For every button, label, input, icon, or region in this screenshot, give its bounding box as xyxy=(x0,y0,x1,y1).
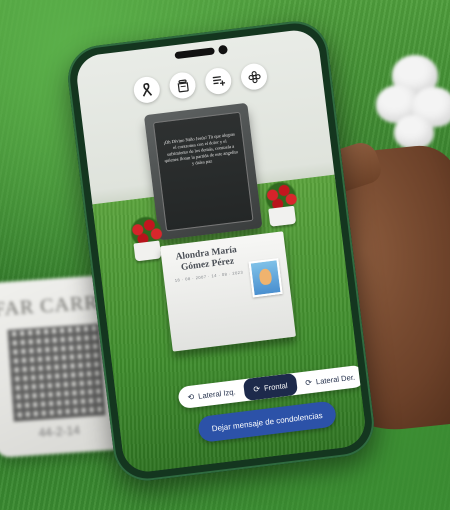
view-right-label: Lateral Der. xyxy=(315,372,356,386)
view-left-label: Lateral Izq. xyxy=(197,386,237,401)
rotate-right-icon: ⟳ xyxy=(304,377,313,388)
plaque-date: 44-2-14 xyxy=(38,423,81,440)
ribbon-icon[interactable] xyxy=(132,75,162,105)
qr-code xyxy=(7,323,106,422)
top-toolbar xyxy=(78,55,323,111)
photo-scene: FAR CARRA 44-2-14 ¡Oh Divino Niño Jesús!… xyxy=(0,0,450,510)
epitaph-text: ¡Oh Divino Niño Jesús! Tú que alegras el… xyxy=(163,131,239,166)
front-view-icon: ⟳ xyxy=(252,383,261,394)
grave-slab[interactable]: Alondra María Gómez Pérez 18 · 08 · 2007… xyxy=(159,231,296,352)
headstone[interactable]: ¡Oh Divino Niño Jesús! Tú que alegras el… xyxy=(143,102,263,241)
right-flower-pot xyxy=(268,205,297,227)
front-camera xyxy=(217,44,229,55)
speaker-notch xyxy=(174,47,215,60)
left-flower-pot xyxy=(133,240,162,262)
headstone-plate: ¡Oh Divino Niño Jesús! Tú que alegras el… xyxy=(152,111,254,232)
urn-icon[interactable] xyxy=(168,70,198,100)
smartphone: ¡Oh Divino Niño Jesús! Tú que alegras el… xyxy=(64,17,378,485)
rotate-left-icon: ⟲ xyxy=(187,391,195,402)
view-front-label: Frontal xyxy=(263,380,288,393)
list-add-icon[interactable] xyxy=(203,66,233,96)
phone-screen: ¡Oh Divino Niño Jesús! Tú que alegras el… xyxy=(74,27,368,475)
flower-icon[interactable] xyxy=(239,62,269,92)
memorial-photo xyxy=(248,258,283,298)
